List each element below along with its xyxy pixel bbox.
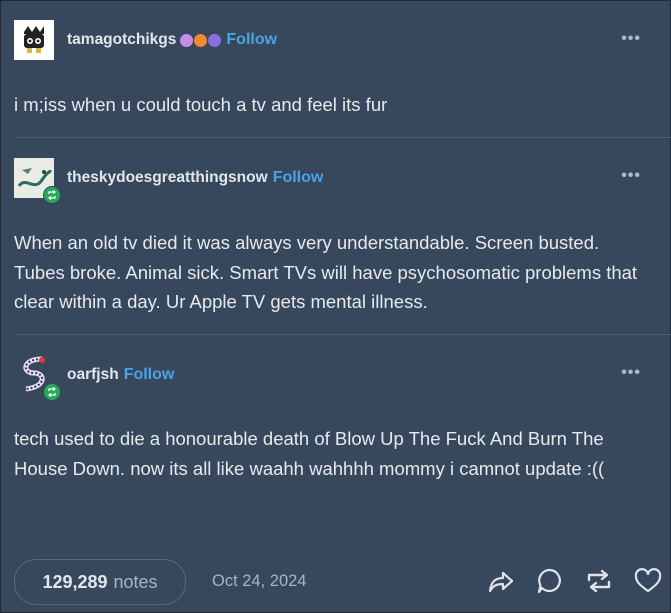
post-text: i m;iss when u could touch a tv and feel…	[14, 94, 388, 115]
more-options-icon[interactable]: •••	[621, 364, 641, 382]
divider	[14, 137, 671, 138]
more-options-icon[interactable]: •••	[621, 30, 641, 48]
post-header: tamagotchikgs Follow	[14, 20, 277, 60]
user-badges	[180, 33, 222, 47]
username[interactable]: theskydoesgreatthingsnow	[67, 169, 268, 187]
share-icon[interactable]	[486, 566, 516, 596]
username[interactable]: oarfjsh	[67, 366, 119, 384]
divider	[14, 334, 671, 335]
post-date: Oct 24, 2024	[212, 572, 307, 590]
reblog-icon[interactable]	[584, 566, 614, 596]
reblog-badge-icon	[43, 383, 61, 401]
paw-badge-icon[interactable]	[180, 33, 194, 47]
ghost-badge-icon[interactable]	[208, 33, 222, 47]
action-bar	[486, 566, 663, 596]
follow-button[interactable]: Follow	[226, 31, 277, 49]
follow-button[interactable]: Follow	[124, 366, 175, 384]
post-header: oarfjsh Follow	[14, 355, 175, 401]
username[interactable]: tamagotchikgs	[67, 31, 176, 49]
reply-icon[interactable]	[535, 566, 565, 596]
like-icon[interactable]	[633, 566, 663, 596]
post-footer: 129,289 notes Oct 24, 2024	[14, 559, 671, 605]
notes-label: notes	[113, 571, 158, 592]
paw-badge-icon[interactable]	[194, 33, 208, 47]
follow-button[interactable]: Follow	[273, 169, 324, 187]
avatar[interactable]	[14, 20, 54, 60]
post-header: theskydoesgreatthingsnow Follow	[14, 158, 324, 204]
avatar[interactable]	[14, 158, 61, 204]
post-text: tech used to die a honourable death of B…	[14, 428, 605, 479]
notes-count: 129,289	[42, 571, 108, 592]
tamagotchi-avatar-icon	[14, 20, 54, 60]
more-options-icon[interactable]: •••	[621, 167, 641, 185]
notes-button[interactable]: 129,289 notes	[14, 559, 186, 605]
avatar[interactable]	[14, 355, 61, 401]
reblog-badge-icon	[43, 186, 61, 204]
post-text: When an old tv died it was always very u…	[14, 232, 638, 312]
